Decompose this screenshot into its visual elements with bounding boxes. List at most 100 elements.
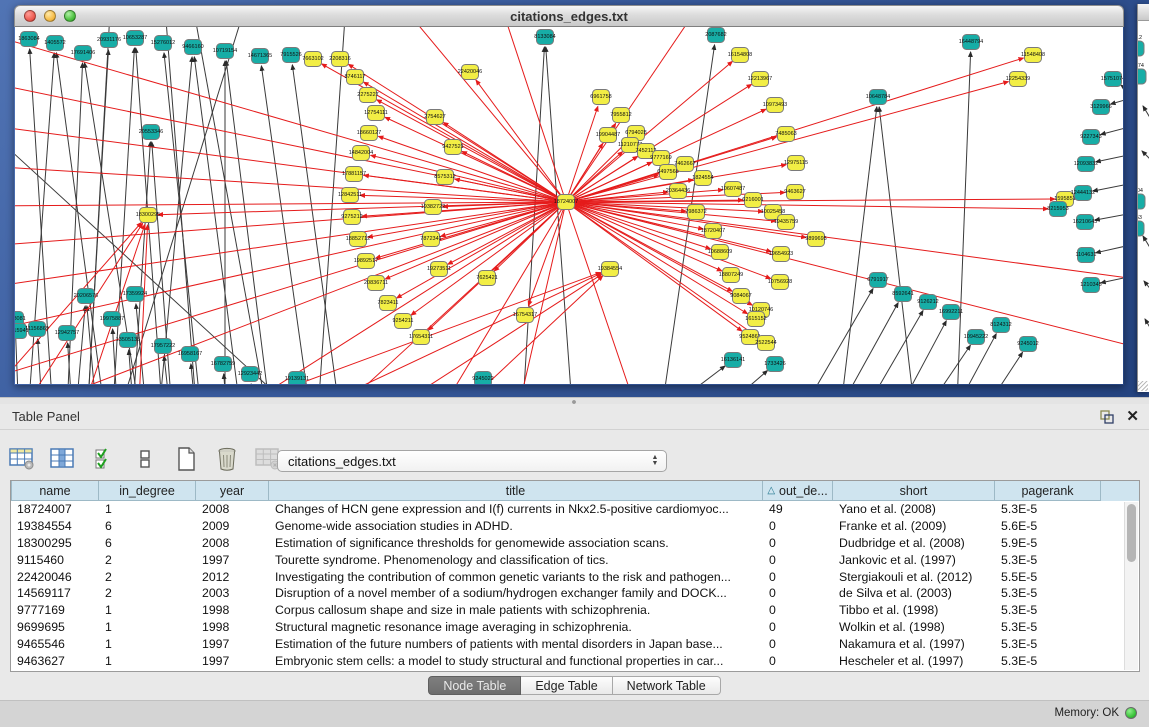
graph-node[interactable]: 7625421 — [476, 271, 497, 286]
graph-node[interactable]: 8575312 — [434, 170, 455, 185]
table-cell[interactable]: 1 — [99, 652, 196, 669]
graph-node[interactable]: 17881157 — [342, 167, 366, 182]
table-cell[interactable]: 0 — [763, 568, 833, 585]
tab-node-table[interactable]: Node Table — [428, 676, 521, 695]
graph-node[interactable]: 9427521 — [442, 140, 463, 155]
table-cell[interactable]: 2008 — [196, 501, 269, 518]
table-cell[interactable]: 9777169 — [11, 602, 99, 619]
background-network-window[interactable]: 1112107421040753 — [1137, 4, 1149, 392]
table-cell[interactable]: 5.3E-5 — [995, 501, 1101, 518]
tab-network-table[interactable]: Network Table — [613, 676, 721, 695]
graph-node[interactable]: 7485063 — [775, 127, 796, 142]
graph-node[interactable]: 16154808 — [728, 48, 752, 63]
table-cell[interactable]: 2003 — [196, 585, 269, 602]
table-cell[interactable]: Disruption of a novel member of a sodium… — [269, 585, 763, 602]
column-header-title[interactable]: title — [269, 481, 763, 501]
table-cell[interactable]: 5.5E-5 — [995, 568, 1101, 585]
table-cell[interactable]: 2009 — [196, 518, 269, 535]
graph-node[interactable]: 1733426 — [764, 357, 785, 372]
graph-node[interactable]: 9899695 — [805, 232, 826, 247]
row-height-button[interactable] — [131, 445, 159, 473]
graph-node[interactable]: 16958167 — [178, 347, 202, 362]
table-cell[interactable]: 0 — [763, 619, 833, 636]
table-cell[interactable]: Structural magnetic resonance image aver… — [269, 619, 763, 636]
table-cell[interactable]: 5.6E-5 — [995, 518, 1101, 535]
table-cell[interactable]: 22420046 — [11, 568, 99, 585]
table-cell[interactable]: 0 — [763, 652, 833, 669]
graph-node[interactable]: 12444132 — [1071, 186, 1095, 201]
graph-node[interactable]: 2522544 — [755, 336, 776, 351]
graph-node[interactable]: 6791917 — [867, 273, 888, 288]
graph-node[interactable]: 18660127 — [357, 126, 381, 141]
graph-node[interactable]: 11156869 — [25, 322, 49, 337]
graph-node[interactable]: 8215953 — [1047, 202, 1068, 217]
column-header-out_de[interactable]: △out_de... — [763, 481, 833, 501]
table-cell[interactable]: Estimation of the future numbers of pati… — [269, 635, 763, 652]
graph-node[interactable]: 18724007 — [554, 195, 578, 210]
graph-node[interactable]: 2208316 — [329, 52, 350, 67]
table-cell[interactable]: Stergiakouli et al. (2012) — [833, 568, 995, 585]
graph-node[interactable]: 12213967 — [748, 72, 772, 87]
column-header-name[interactable]: name — [11, 481, 99, 501]
table-cell[interactable]: 2008 — [196, 535, 269, 552]
graph-node[interactable]: 8592641 — [892, 287, 913, 302]
table-cell[interactable]: 5.3E-5 — [995, 551, 1101, 568]
table-cell[interactable]: 9699695 — [11, 619, 99, 636]
graph-node[interactable]: 2275227 — [357, 88, 378, 103]
column-header-in_degree[interactable]: in_degree — [99, 481, 196, 501]
graph-node[interactable]: 19654923 — [769, 247, 793, 262]
graph-node[interactable]: 16782759 — [211, 357, 235, 372]
table-cell[interactable]: Tibbo et al. (1998) — [833, 602, 995, 619]
table-cell[interactable]: 6 — [99, 518, 196, 535]
table-cell[interactable]: 19384554 — [11, 518, 99, 535]
table-cell[interactable]: 6 — [99, 535, 196, 552]
graph-node[interactable]: 18720407 — [701, 224, 725, 239]
graph-node[interactable]: 1104631 — [1075, 248, 1096, 263]
table-cell[interactable]: 5.3E-5 — [995, 585, 1101, 602]
table-cell[interactable]: 5.3E-5 — [995, 635, 1101, 652]
graph-node[interactable]: 8124312 — [990, 318, 1011, 333]
table-row[interactable]: 2242004622012Investigating the contribut… — [11, 568, 1139, 585]
table-cell[interactable]: 9465546 — [11, 635, 99, 652]
graph-node[interactable]: 19435759 — [774, 215, 798, 230]
graph-node[interactable]: 16136141 — [721, 353, 745, 368]
table-vertical-scrollbar[interactable] — [1124, 502, 1138, 670]
float-panel-icon[interactable] — [1099, 410, 1114, 424]
graph-node[interactable]: 1405572 — [44, 36, 65, 51]
table-cell[interactable]: Changes of HCN gene expression and I(f) … — [269, 501, 763, 518]
table-row[interactable]: 946554611997Estimation of the future num… — [11, 635, 1139, 652]
delete-column-button[interactable] — [213, 445, 241, 473]
graph-node[interactable]: 9245022 — [472, 372, 493, 385]
citation-network-graph[interactable]: 1872400722083168746117227522712754111186… — [15, 27, 1123, 384]
graph-node[interactable]: 9245012 — [1017, 337, 1038, 352]
graph-node[interactable]: 19382722 — [421, 200, 445, 215]
table-cell[interactable]: Nakamura et al. (1997) — [833, 635, 995, 652]
network-window-titlebar[interactable]: citations_edges.txt — [14, 5, 1124, 27]
graph-node[interactable]: 1863084 — [18, 32, 39, 47]
graph-node[interactable]: 11548408 — [1021, 48, 1045, 63]
background-window-titlebar[interactable] — [1138, 4, 1149, 21]
graph-node[interactable]: 18852712 — [346, 232, 370, 247]
graph-node[interactable]: 12923442 — [238, 367, 262, 382]
table-cell[interactable]: Tourette syndrome. Phenomenology and cla… — [269, 551, 763, 568]
table-cell[interactable]: 14569117 — [11, 585, 99, 602]
table-row[interactable]: 1456911722003Disruption of a novel membe… — [11, 585, 1139, 602]
table-cell[interactable]: Genome-wide association studies in ADHD. — [269, 518, 763, 535]
graph-node[interactable]: 14671365 — [248, 49, 272, 64]
table-cell[interactable]: 2 — [99, 585, 196, 602]
new-column-button[interactable] — [172, 445, 200, 473]
graph-node[interactable]: 18300295 — [136, 208, 160, 223]
graph-node[interactable]: 22420046 — [458, 65, 482, 80]
table-cell[interactable]: 1997 — [196, 635, 269, 652]
graph-node[interactable]: 14842004 — [349, 146, 373, 161]
graph-node[interactable]: 20553346 — [139, 125, 163, 140]
column-header-year[interactable]: year — [196, 481, 269, 501]
graph-node[interactable]: 13505135 — [116, 333, 140, 348]
graph-node[interactable]: 15751074 — [1101, 72, 1123, 87]
graph-node[interactable]: 1210345 — [1080, 278, 1101, 293]
tab-edge-table[interactable]: Edge Table — [521, 676, 612, 695]
table-row[interactable]: 977716911998Corpus callosum shape and si… — [11, 602, 1139, 619]
graph-node[interactable]: 10756928 — [768, 275, 792, 290]
table-select-combobox[interactable]: citations_edges.txt ▲▼ — [277, 450, 667, 472]
table-cell[interactable]: 9463627 — [11, 652, 99, 669]
